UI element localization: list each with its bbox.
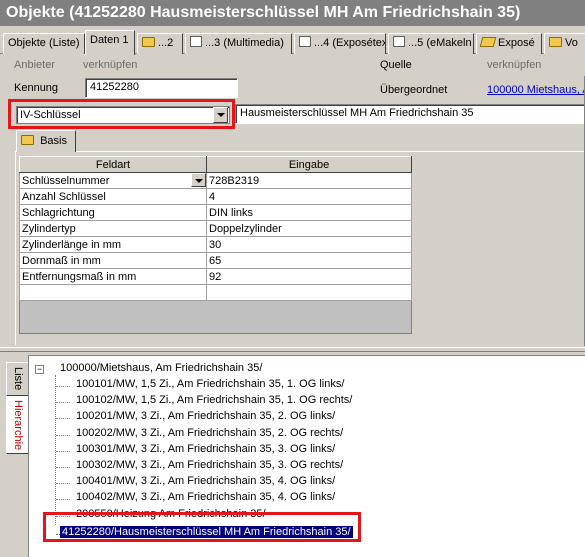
side-tabs: Liste Hierarchie xyxy=(6,362,28,454)
tree-connector xyxy=(56,516,70,517)
tree-item[interactable]: 100301/MW, 3 Zi., Am Friedrichshain 35, … xyxy=(76,443,335,455)
table-row[interactable] xyxy=(19,284,412,301)
tree-item[interactable]: 100201/MW, 3 Zi., Am Friedrichshain 35, … xyxy=(76,410,335,422)
tab-multimedia[interactable]: ...3 (Multimedia) xyxy=(185,33,292,54)
tab-hierarchie[interactable]: Hierarchie xyxy=(6,396,28,454)
table-row[interactable]: Zylinderlänge in mm 30 xyxy=(19,236,412,253)
folder-icon xyxy=(21,135,34,145)
uebergeordnet-label: Übergeordnet xyxy=(380,84,448,96)
table-row[interactable]: Schlagrichtung DIN links xyxy=(19,204,412,221)
tab-strip: Objekte (Liste) Daten 1 ...2 ...3 (Multi… xyxy=(0,30,585,55)
object-type-value: IV-Schlüssel xyxy=(20,109,81,121)
chevron-down-icon[interactable] xyxy=(213,107,228,123)
tab-liste[interactable]: Liste xyxy=(6,362,28,396)
eingabe-cell[interactable]: 65 xyxy=(206,252,412,269)
fields-grid: Feldart Eingabe Schlüsselnummer 728B2319… xyxy=(19,156,412,301)
tab-emakeln-1[interactable]: ...5 (eMakeln 1) xyxy=(388,33,474,54)
anbieter-label: Anbieter xyxy=(14,59,55,71)
tab-label: Objekte (Liste) xyxy=(8,37,80,49)
tab-exposetexte[interactable]: ...4 (Exposétexte) xyxy=(294,33,386,54)
eingabe-cell[interactable] xyxy=(206,284,412,301)
quelle-label: Quelle xyxy=(380,59,412,71)
tree-connector xyxy=(56,451,70,452)
grid-header: Feldart Eingabe xyxy=(19,156,412,173)
tree-connector xyxy=(56,386,70,387)
page-icon xyxy=(299,36,311,47)
quelle-link[interactable]: verknüpfen xyxy=(487,59,541,71)
tab-label: Exposé xyxy=(498,37,535,49)
tree-item[interactable]: 100101/MW, 1,5 Zi., Am Friedrichshain 35… xyxy=(76,378,344,390)
page-icon xyxy=(190,36,202,47)
tab-daten-2[interactable]: ...2 xyxy=(137,33,183,54)
table-row[interactable]: Zylindertyp Doppelzylinder xyxy=(19,220,412,237)
chevron-down-icon[interactable] xyxy=(191,173,206,187)
tree-root-item[interactable]: 100000/Mietshaus, Am Friedrichshain 35/ xyxy=(60,362,262,374)
feldart-cell[interactable]: Zylindertyp xyxy=(19,220,207,237)
folder-icon xyxy=(549,37,562,47)
table-row[interactable]: Anzahl Schlüssel 4 xyxy=(19,188,412,205)
kennung-field[interactable]: 41252280 xyxy=(85,78,238,98)
feldart-cell[interactable]: Zylinderlänge in mm xyxy=(19,236,207,253)
tab-vo[interactable]: Vo xyxy=(544,33,585,54)
table-row[interactable]: Dornmaß in mm 65 xyxy=(19,252,412,269)
folder-icon xyxy=(142,37,155,47)
tree-connector xyxy=(56,467,70,468)
feldart-cell[interactable]: Schlüsselnummer xyxy=(19,172,207,189)
tree-connector xyxy=(56,499,70,500)
object-name-field[interactable]: Hausmeisterschlüssel MH Am Friedrichshai… xyxy=(235,104,585,124)
tree-item[interactable]: 100401/MW, 3 Zi., Am Friedrichshain 35, … xyxy=(76,475,335,487)
feldart-cell[interactable]: Schlagrichtung xyxy=(19,204,207,221)
table-row[interactable]: Schlüsselnummer 728B2319 xyxy=(19,172,412,189)
tab-objekte-liste[interactable]: Objekte (Liste) xyxy=(3,33,85,54)
tree-item-selected[interactable]: 41252280/Hausmeisterschlüssel MH Am Frie… xyxy=(60,526,353,538)
tab-label: ...3 (Multimedia) xyxy=(205,37,284,49)
tab-label: ...2 xyxy=(158,37,174,49)
object-type-select[interactable]: IV-Schlüssel xyxy=(16,106,230,124)
tree-item[interactable]: 100302/MW, 3 Zi., Am Friedrichshain 35, … xyxy=(76,459,343,471)
anbieter-link[interactable]: verknüpfen xyxy=(83,59,137,71)
tree-connector xyxy=(56,435,70,436)
tree-connector xyxy=(56,402,70,403)
tab-expose[interactable]: Exposé xyxy=(476,33,542,54)
eingabe-cell[interactable]: 4 xyxy=(206,188,412,205)
tab-basis[interactable]: Basis xyxy=(16,130,76,152)
eingabe-cell[interactable]: 728B2319 xyxy=(206,172,412,189)
uebergeordnet-link[interactable]: 100000 Mietshaus, A xyxy=(487,84,585,96)
tab-daten-1[interactable]: Daten 1 xyxy=(85,30,135,55)
eingabe-cell[interactable]: Doppelzylinder xyxy=(206,220,412,237)
feldart-cell[interactable]: Anzahl Schlüssel xyxy=(19,188,207,205)
feldart-value: Schlüsselnummer xyxy=(22,174,110,187)
tab-basis-label: Basis xyxy=(40,135,67,147)
tree-item[interactable]: 100402/MW, 3 Zi., Am Friedrichshain 35, … xyxy=(76,491,335,503)
tab-label: Daten 1 xyxy=(90,34,129,46)
tab-label: ...4 (Exposétexte) xyxy=(314,37,385,49)
window-title: Objekte (41252280 Hausmeisterschlüssel M… xyxy=(0,0,585,26)
column-header-eingabe[interactable]: Eingabe xyxy=(206,156,412,173)
feldart-cell[interactable]: Dornmaß in mm xyxy=(19,252,207,269)
tree-item[interactable]: 100102/MW, 1,5 Zi., Am Friedrichshain 35… xyxy=(76,394,352,406)
tree-connector xyxy=(55,375,56,525)
feldart-cell[interactable] xyxy=(19,284,207,301)
open-folder-icon xyxy=(479,37,497,47)
tree-item[interactable]: 200550/Heizung Am Friedrichshain 35/ xyxy=(76,508,266,520)
tab-label: ...5 (eMakeln 1) xyxy=(408,37,473,49)
eingabe-cell[interactable]: DIN links xyxy=(206,204,412,221)
column-header-feldart[interactable]: Feldart xyxy=(19,156,207,173)
splitter[interactable] xyxy=(0,347,585,352)
eingabe-cell[interactable]: 92 xyxy=(206,268,412,285)
feldart-cell[interactable]: Entfernungsmaß in mm xyxy=(19,268,207,285)
tab-label: Vo xyxy=(565,37,578,49)
tree-connector xyxy=(56,418,70,419)
kennung-label: Kennung xyxy=(14,82,59,94)
eingabe-cell[interactable]: 30 xyxy=(206,236,412,253)
table-row[interactable]: Entfernungsmaß in mm 92 xyxy=(19,268,412,285)
collapse-icon[interactable]: − xyxy=(35,365,44,374)
tree-item[interactable]: 100202/MW, 3 Zi., Am Friedrichshain 35, … xyxy=(76,427,343,439)
page-icon xyxy=(393,36,405,47)
tree-connector xyxy=(56,483,70,484)
